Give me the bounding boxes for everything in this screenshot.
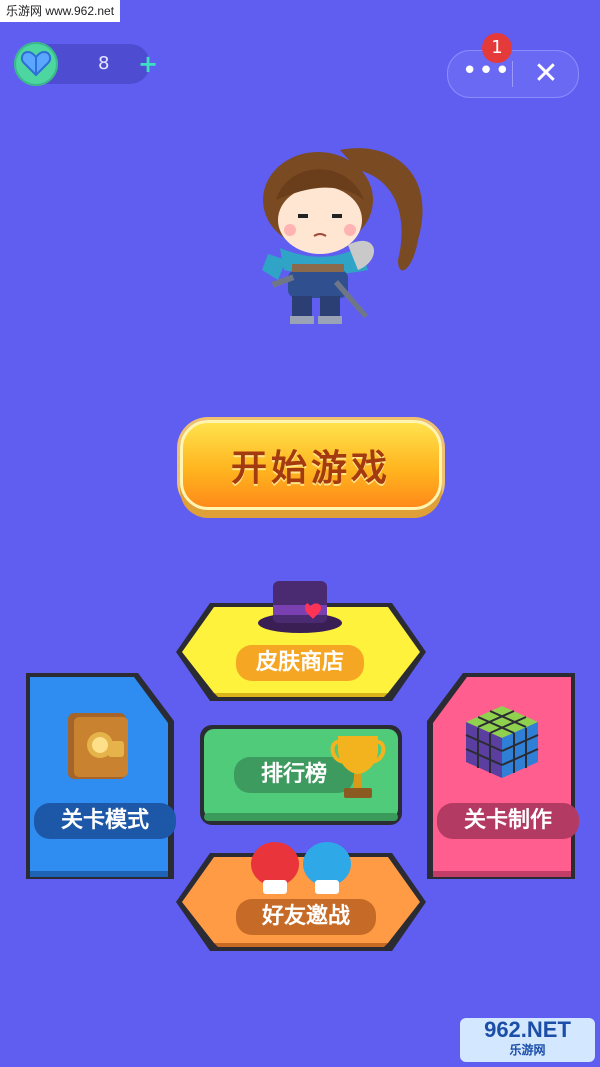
character-illustration bbox=[248, 130, 438, 330]
lives-pill[interactable]: 8 + bbox=[14, 42, 158, 86]
notification-badge: 1 bbox=[482, 33, 512, 63]
boxing-gloves-icon bbox=[245, 838, 357, 898]
site-watermark-sub: 乐游网 bbox=[509, 1043, 546, 1057]
heart-icon bbox=[14, 42, 58, 86]
add-lives-button[interactable]: + bbox=[138, 50, 158, 78]
top-hat-icon bbox=[255, 575, 345, 635]
capsule-divider bbox=[512, 61, 513, 87]
friend-battle-label: 好友邀战 bbox=[236, 899, 376, 935]
lives-count: 8 bbox=[98, 53, 110, 74]
rubiks-cube-icon bbox=[460, 700, 544, 784]
more-button[interactable]: ••• bbox=[462, 58, 510, 89]
close-button[interactable]: ✕ bbox=[528, 57, 564, 91]
mini-program-capsule: ••• ✕ bbox=[447, 50, 579, 98]
site-watermark-logo: 962.NET 乐游网 bbox=[460, 1018, 595, 1062]
start-game-button[interactable]: 开始游戏 bbox=[180, 420, 442, 510]
site-watermark-main: 962.NET bbox=[484, 1017, 571, 1042]
level-make-label: 关卡制作 bbox=[437, 803, 579, 839]
book-icon bbox=[60, 705, 140, 785]
watermark-top: 乐游网 www.962.net bbox=[0, 0, 121, 22]
trophy-icon bbox=[330, 730, 386, 806]
start-game-label: 开始游戏 bbox=[230, 448, 391, 489]
level-mode-label: 关卡模式 bbox=[34, 803, 176, 839]
skin-shop-label: 皮肤商店 bbox=[236, 645, 364, 681]
